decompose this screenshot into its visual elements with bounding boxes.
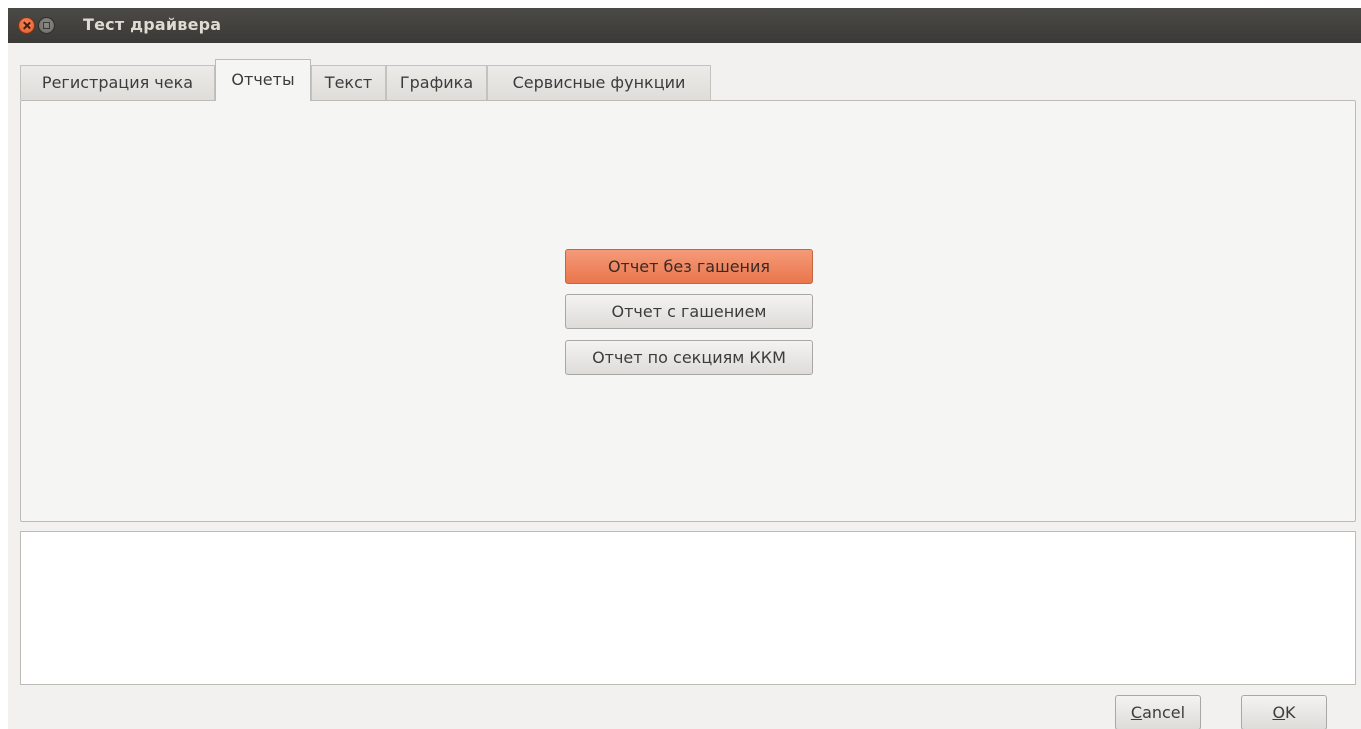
report-without-clearing-button[interactable]: Отчет без гашения	[565, 249, 813, 284]
cancel-mnemonic: C	[1130, 703, 1143, 722]
close-window-icon[interactable]	[18, 17, 35, 34]
dialog-window: Тест драйвера Регистрация чека Отчеты Те…	[8, 8, 1361, 729]
window-title: Тест драйвера	[83, 15, 222, 34]
ok-button[interactable]: OK	[1241, 695, 1327, 729]
cancel-button[interactable]: Cancel	[1115, 695, 1201, 729]
tab-graphics[interactable]: Графика	[386, 65, 487, 100]
output-text-area[interactable]	[20, 531, 1356, 685]
ok-label: K	[1285, 703, 1296, 722]
tab-text[interactable]: Текст	[311, 65, 386, 100]
tab-reports[interactable]: Отчеты	[215, 59, 311, 101]
ok-mnemonic: O	[1272, 703, 1286, 722]
title-bar[interactable]: Тест драйвера	[8, 8, 1361, 43]
tab-check-registration[interactable]: Регистрация чека	[20, 65, 215, 100]
report-with-clearing-button[interactable]: Отчет с гашением	[565, 294, 813, 329]
reports-panel: Отчет без гашения Отчет с гашением Отчет…	[20, 100, 1356, 522]
cancel-label: ancel	[1142, 703, 1186, 722]
tab-service-functions[interactable]: Сервисные функции	[487, 65, 711, 100]
report-by-sections-button[interactable]: Отчет по секциям ККМ	[565, 340, 813, 375]
maximize-window-icon[interactable]	[38, 17, 55, 34]
